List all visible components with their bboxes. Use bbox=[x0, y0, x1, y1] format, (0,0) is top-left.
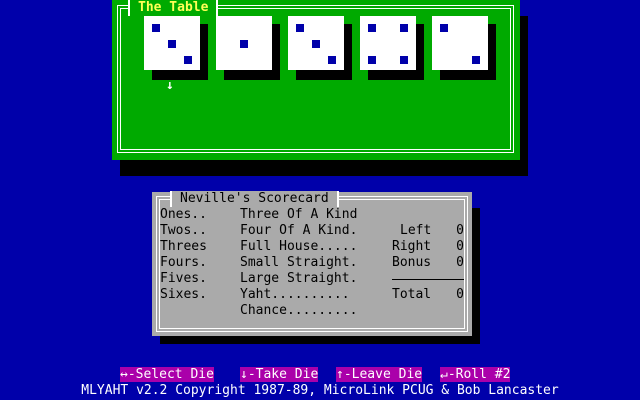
score-category-sixes[interactable]: Sixes. bbox=[160, 287, 207, 303]
die-pip bbox=[472, 56, 480, 64]
die-pip bbox=[400, 56, 408, 64]
die-pip bbox=[440, 24, 448, 32]
bonus-value: 0 bbox=[456, 255, 464, 270]
score-category-small-straight[interactable]: Small Straight. bbox=[240, 255, 357, 271]
score-category-threes[interactable]: Threes bbox=[160, 239, 207, 255]
score-category-three-of-a-kind[interactable]: Three Of A Kind bbox=[240, 207, 357, 223]
score-category-chance[interactable]: Chance......... bbox=[240, 303, 357, 319]
score-category-fours[interactable]: Fours. bbox=[160, 255, 207, 271]
die-pip bbox=[312, 40, 320, 48]
die-3[interactable] bbox=[288, 16, 344, 70]
die-pip bbox=[400, 24, 408, 32]
table-title: The Table bbox=[128, 0, 219, 16]
leave-die-key[interactable]: ↑-Leave Die bbox=[336, 367, 423, 382]
score-category-fives[interactable]: Fives. bbox=[160, 271, 207, 287]
die-pip bbox=[328, 56, 336, 64]
score-category-large-straight[interactable]: Large Straight. bbox=[240, 271, 357, 287]
grand-total-value: 0 bbox=[456, 287, 464, 302]
die-4[interactable] bbox=[360, 16, 416, 70]
die-pip bbox=[240, 40, 248, 48]
die-pip bbox=[168, 40, 176, 48]
die-1[interactable] bbox=[144, 16, 200, 70]
copyright-footer: MLYAHT v2.2 Copyright 1987-89, MicroLink… bbox=[81, 383, 559, 398]
take-die-key[interactable]: ↓-Take Die bbox=[240, 367, 319, 382]
score-category-full-house[interactable]: Full House..... bbox=[240, 239, 357, 255]
die-pip bbox=[152, 24, 160, 32]
score-category-four-of-a-kind[interactable]: Four Of A Kind. bbox=[240, 223, 357, 239]
scorecard-title: Neville's Scorecard bbox=[170, 191, 339, 207]
die-5[interactable] bbox=[432, 16, 488, 70]
right-total-value: 0 bbox=[456, 239, 464, 254]
die-2[interactable] bbox=[216, 16, 272, 70]
score-category-twos[interactable]: Twos.. bbox=[160, 223, 207, 239]
left-total-value: 0 bbox=[456, 223, 464, 238]
score-category-ones[interactable]: Ones.. bbox=[160, 207, 207, 223]
right-total-label: Right bbox=[392, 239, 432, 254]
bonus-label: Bonus bbox=[392, 255, 432, 270]
left-total-label: Left bbox=[400, 223, 432, 238]
score-category-yaht[interactable]: Yaht.......... bbox=[240, 287, 350, 303]
grand-total-label: Total bbox=[392, 287, 432, 302]
die-pip bbox=[368, 24, 376, 32]
roll-key[interactable]: ↵-Roll #2 bbox=[440, 367, 511, 382]
die-pip bbox=[296, 24, 304, 32]
die-pip bbox=[184, 56, 192, 64]
total-divider bbox=[392, 279, 464, 280]
down-arrow-icon: ↓ bbox=[166, 78, 174, 93]
select-die-key[interactable]: ↔-Select Die bbox=[120, 367, 214, 382]
die-pip bbox=[368, 56, 376, 64]
